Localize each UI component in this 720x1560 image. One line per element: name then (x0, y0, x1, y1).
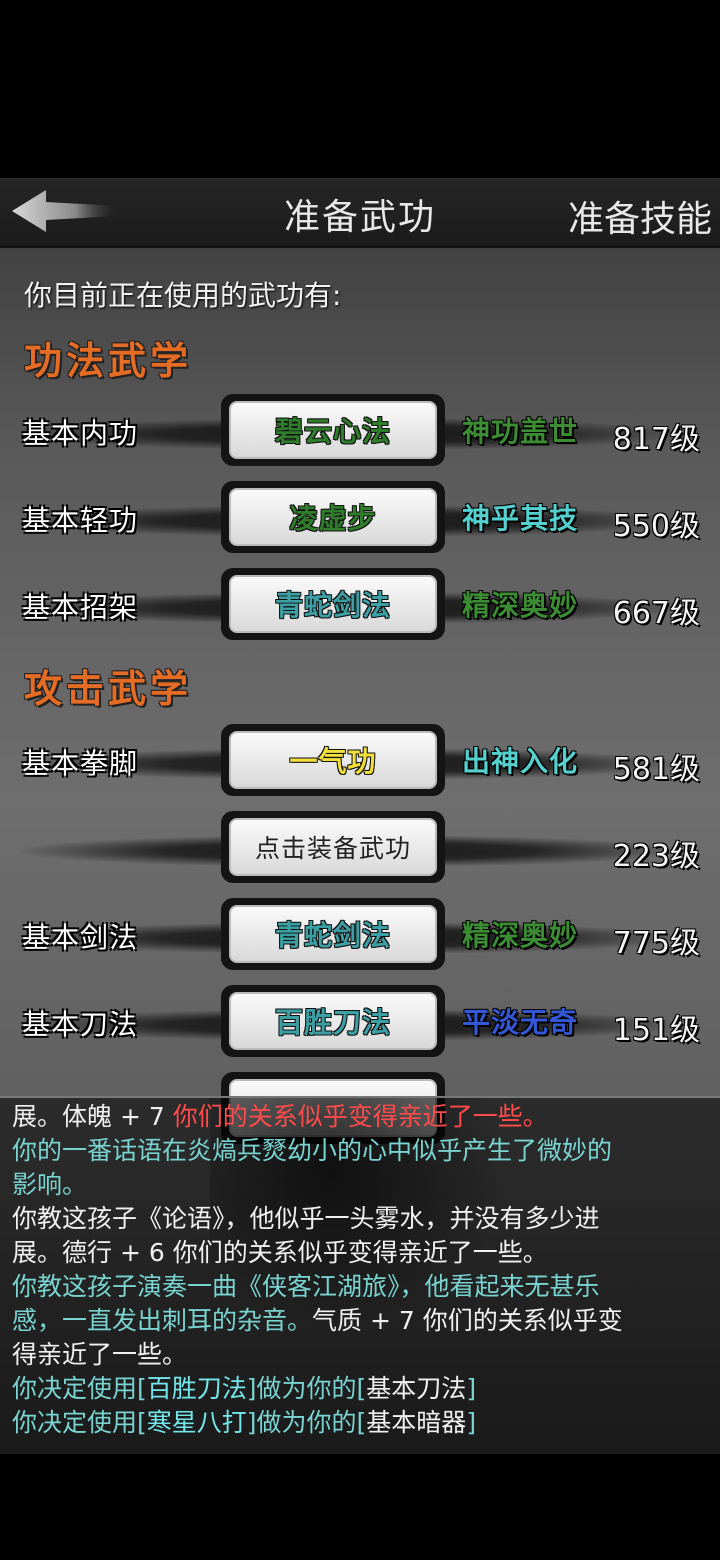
skill-name: 点击装备武功 (254, 834, 411, 863)
skill-level: 667级 (612, 596, 700, 631)
section-title-attack: 攻击武学 (24, 666, 193, 711)
log-text: ] (466, 1374, 477, 1403)
log-text-highlight: 基本刀法 (366, 1374, 467, 1403)
log-line: 展。体魄 + 7 你们的关系似乎变得亲近了一些。 (12, 1100, 712, 1134)
log-text-highlight: 你们的关系似乎变得亲近了一些。 (172, 1102, 548, 1131)
skill-grade: 精深奥妙 (462, 919, 579, 952)
skill-grade: 精深奥妙 (462, 589, 579, 622)
log-line: 你的一番话语在炎熇兵燹幼小的心中似乎产生了微妙的 (12, 1136, 613, 1165)
slot-label: 基本刀法 (22, 1008, 139, 1041)
martial-row: 点击装备武功 223级 (0, 811, 720, 887)
equip-skills-tab[interactable]: 准备技能 (568, 190, 712, 242)
log-text-highlight: 寒星八打 (146, 1408, 247, 1437)
skill-name: 一气功 (289, 745, 377, 778)
log-text: 你决定使用[ (12, 1374, 147, 1403)
log-line: 影响。 (12, 1170, 88, 1199)
slot-label: 基本招架 (22, 591, 139, 624)
section-title-neigong: 功法武学 (24, 338, 193, 383)
slot-label: 基本拳脚 (22, 747, 139, 780)
skill-name: 青蛇剑法 (274, 589, 391, 622)
martial-row: 基本剑法 青蛇剑法 精深奥妙 775级 (0, 898, 720, 974)
skill-slot-button[interactable]: 青蛇剑法 (221, 568, 445, 640)
log-text: 感，一直发出刺耳的杂音。 (12, 1306, 313, 1335)
message-log[interactable]: 展。体魄 + 7 你们的关系似乎变得亲近了一些。 你的一番话语在炎熇兵燹幼小的心… (0, 1096, 720, 1456)
skill-name: 碧云心法 (274, 415, 391, 448)
skill-slot-button[interactable]: 青蛇剑法 (221, 898, 445, 970)
log-text: ]做为你的[ (246, 1408, 367, 1437)
log-line: 感，一直发出刺耳的杂音。气质 + 7 你们的关系似乎变 (12, 1304, 712, 1338)
log-text: ]做为你的[ (246, 1374, 367, 1403)
skill-grade: 平淡无奇 (462, 1006, 579, 1039)
martial-row: 基本刀法 百胜刀法 平淡无奇 151级 (0, 985, 720, 1061)
skill-slot-face: 凌虚步 (229, 488, 437, 546)
log-line: 你决定使用[百胜刀法]做为你的[基本刀法] (12, 1372, 712, 1406)
skill-slot-button[interactable]: 百胜刀法 (221, 985, 445, 1057)
equip-martial-arts-screen: 准备武功 准备技能 你目前正在使用的武功有: 功法武学 基本内功 碧云心法 神功… (0, 178, 720, 1560)
log-line: 你决定使用[寒星八打]做为你的[基本暗器] (12, 1406, 712, 1440)
skill-level: 550级 (612, 509, 700, 544)
skill-slot-face: 青蛇剑法 (229, 575, 437, 633)
log-line: 你教这孩子《论语》，他似乎一头雾水，并没有多少进 (12, 1204, 600, 1233)
log-text: 你决定使用[ (12, 1408, 147, 1437)
log-text: 展。体魄 + 7 (12, 1102, 173, 1131)
log-line: 得亲近了一些。 (12, 1340, 188, 1369)
skill-slot-face: 百胜刀法 (229, 992, 437, 1050)
log-text-highlight: 基本暗器 (366, 1408, 467, 1437)
slot-label: 基本剑法 (22, 921, 139, 954)
log-line: 你教这孩子演奏一曲《侠客江湖旅》，他看起来无甚乐 (12, 1272, 600, 1301)
equip-martial-art-button[interactable]: 点击装备武功 (221, 811, 445, 883)
skill-level: 151级 (612, 1013, 700, 1048)
log-text-highlight: 百胜刀法 (146, 1374, 247, 1403)
skill-level: 581级 (612, 752, 700, 787)
skill-level: 775级 (612, 926, 700, 961)
skill-name: 青蛇剑法 (274, 919, 391, 952)
slot-label: 基本轻功 (22, 504, 139, 537)
martial-row: 基本轻功 凌虚步 神乎其技 550级 (0, 481, 720, 557)
header-bar: 准备武功 准备技能 (0, 178, 720, 248)
martial-row: 基本拳脚 一气功 出神入化 581级 (0, 724, 720, 800)
skill-name: 百胜刀法 (274, 1006, 391, 1039)
skill-grade: 神乎其技 (462, 502, 579, 535)
slot-label: 基本内功 (22, 417, 139, 450)
skill-slot-face: 一气功 (229, 731, 437, 789)
skill-level: 817级 (612, 422, 700, 457)
skill-level: 223级 (612, 839, 700, 874)
skill-name: 凌虚步 (289, 502, 377, 535)
log-text: 气质 + 7 你们的关系似乎变 (312, 1306, 623, 1335)
bottom-black-area (0, 1454, 720, 1560)
skill-slot-face: 点击装备武功 (229, 818, 437, 876)
skill-grade: 出神入化 (462, 745, 579, 778)
skill-slot-button[interactable]: 凌虚步 (221, 481, 445, 553)
skill-slot-button[interactable]: 一气功 (221, 724, 445, 796)
martial-row: 基本内功 碧云心法 神功盖世 817级 (0, 394, 720, 470)
intro-text: 你目前正在使用的武功有: (24, 279, 342, 312)
skill-slot-face: 青蛇剑法 (229, 905, 437, 963)
log-text: ] (466, 1408, 477, 1437)
skill-slot-face: 碧云心法 (229, 401, 437, 459)
log-line: 展。德行 + 6 你们的关系似乎变得亲近了一些。 (12, 1238, 548, 1267)
skill-slot-button[interactable]: 碧云心法 (221, 394, 445, 466)
martial-row: 基本招架 青蛇剑法 精深奥妙 667级 (0, 568, 720, 644)
skill-grade: 神功盖世 (462, 415, 579, 448)
